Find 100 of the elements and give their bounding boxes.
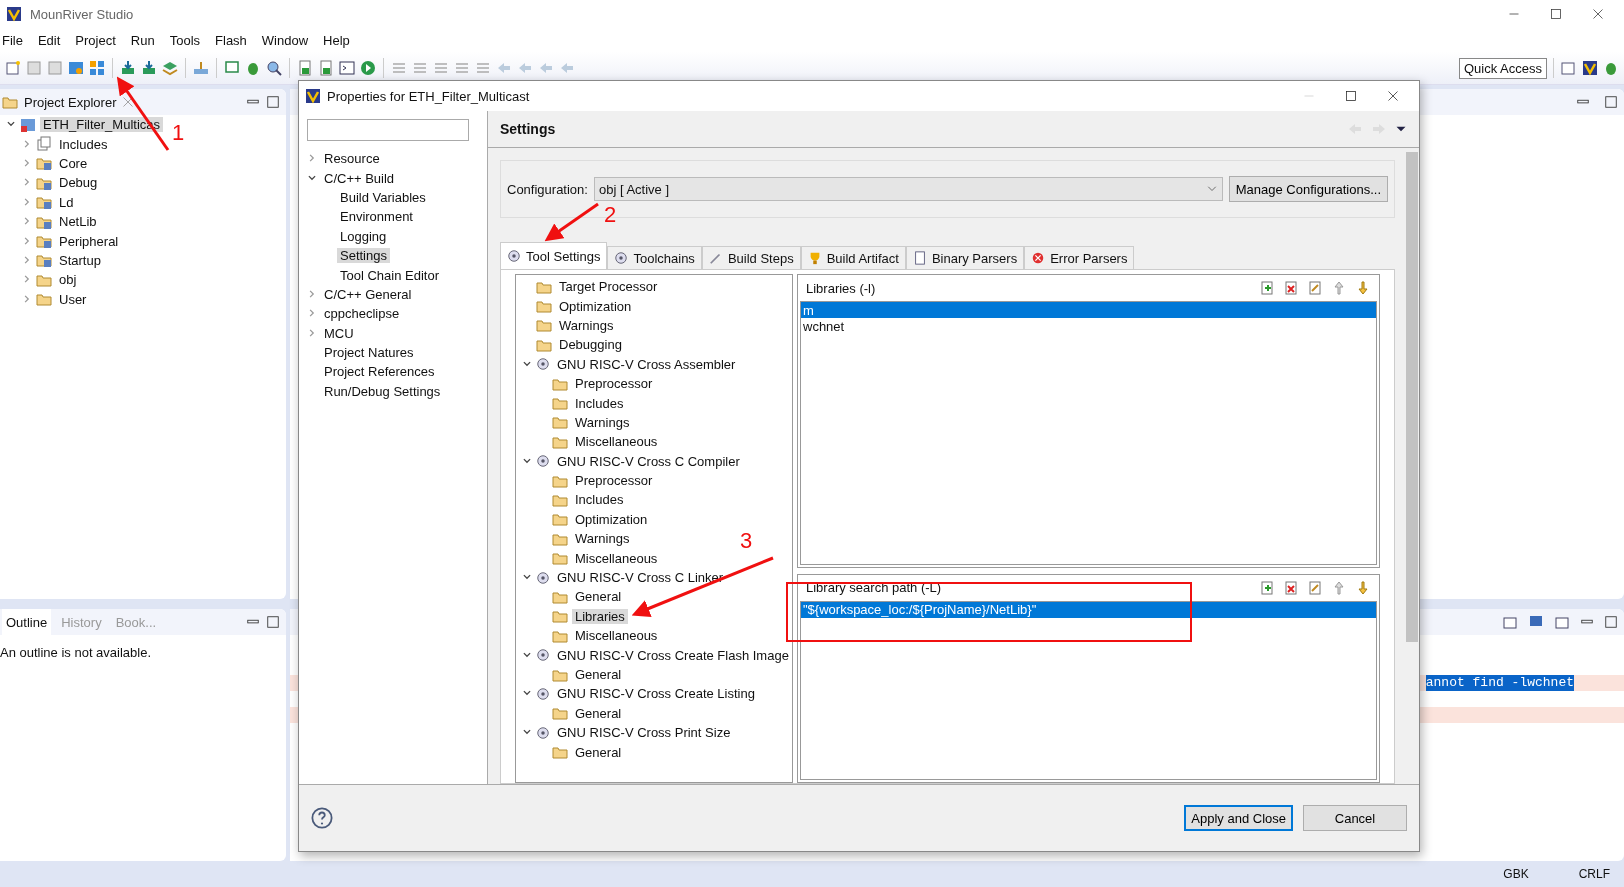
configuration-dropdown[interactable]: obj [ Active ] — [593, 177, 1223, 201]
maximize-icon[interactable] — [1345, 90, 1357, 102]
view-tab[interactable]: Outline — [2, 609, 52, 635]
close-icon[interactable] — [122, 96, 135, 108]
tool-tree-item[interactable]: GNU RISC-V Cross Print Size — [516, 723, 734, 743]
nav-item-label: cppcheclipse — [323, 306, 401, 322]
tool-tree-label: General — [574, 667, 623, 682]
encoding-status: GBK — [1503, 867, 1529, 881]
tree-item[interactable]: Core — [0, 153, 91, 174]
menu-item[interactable]: Flash — [215, 32, 256, 48]
move-up-icon[interactable] — [1331, 579, 1347, 596]
nav-item[interactable]: Tool Chain Editor — [307, 265, 442, 285]
tree-item[interactable]: User — [0, 289, 90, 309]
settings-tab[interactable]: Toolchains — [607, 246, 702, 269]
folder-icon — [36, 291, 52, 308]
tool-tree-item[interactable]: Miscellaneous — [516, 626, 661, 646]
tool-tree-item[interactable]: GNU RISC-V Cross Create Listing — [516, 684, 758, 704]
tool-tree-item[interactable]: Debugging — [516, 335, 625, 355]
nav-item[interactable]: Project Natures — [307, 342, 417, 363]
tool-tree-item[interactable]: GNU RISC-V Cross C Compiler — [516, 451, 743, 471]
move-down-icon[interactable] — [1355, 280, 1371, 296]
nav-item[interactable]: Run/Debug Settings — [307, 381, 444, 402]
help-icon[interactable] — [311, 807, 333, 829]
add-icon[interactable] — [1259, 579, 1275, 596]
close-icon[interactable] — [1387, 90, 1399, 102]
edit-icon[interactable] — [1307, 579, 1323, 596]
maximize-icon[interactable] — [266, 615, 280, 629]
tool-tree-item[interactable]: General — [516, 664, 625, 685]
delete-icon[interactable] — [1283, 280, 1299, 296]
tool-tree-item[interactable]: Preprocessor — [516, 470, 656, 491]
menu-item[interactable]: Edit — [37, 32, 70, 48]
tool-tree-item[interactable]: General — [516, 587, 625, 607]
tool-tree-item[interactable]: Warnings — [516, 412, 633, 433]
tree-item[interactable]: Debug — [0, 173, 101, 193]
maximize-icon[interactable] — [266, 95, 280, 109]
menu-item[interactable]: File — [2, 32, 32, 48]
tool-tree-item[interactable]: GNU RISC-V Cross Assembler — [516, 354, 739, 374]
menu-item[interactable]: Help — [323, 32, 359, 48]
tool-tree-item[interactable]: Warnings — [516, 529, 633, 549]
tree-item[interactable]: obj — [0, 270, 80, 290]
scrollbar[interactable] — [1405, 148, 1419, 784]
list-item[interactable]: wchnet — [801, 318, 1376, 334]
tool-tree-item[interactable]: Libraries — [516, 606, 628, 627]
tree-item[interactable]: Peripheral — [0, 231, 122, 251]
nav-item[interactable]: C/C++ General — [307, 284, 415, 305]
tree-item[interactable]: Includes — [0, 134, 111, 154]
nav-item[interactable]: Logging — [307, 226, 390, 246]
tree-item[interactable]: NetLib — [0, 211, 100, 232]
settings-tab[interactable]: Build Steps — [701, 246, 801, 269]
edit-icon[interactable] — [1307, 280, 1323, 296]
menu-item[interactable]: Window — [261, 32, 318, 48]
delete-icon[interactable] — [1283, 579, 1299, 596]
tool-tree-item[interactable]: GNU RISC-V Cross Create Flash Image — [516, 645, 792, 665]
settings-tab[interactable]: Tool Settings — [500, 242, 608, 269]
tool-tree-label: GNU RISC-V Cross Print Size — [556, 725, 732, 741]
nav-item[interactable]: Environment — [307, 207, 416, 227]
tool-tree-item[interactable]: Miscellaneous — [516, 432, 661, 452]
error-icon — [1031, 251, 1046, 265]
menu-item[interactable]: Project — [75, 32, 125, 48]
nav-item[interactable]: Resource — [307, 149, 383, 169]
settings-tab[interactable]: Error Parsers — [1024, 246, 1135, 269]
tool-tree-item[interactable]: Optimization — [516, 509, 651, 530]
move-down-icon[interactable] — [1355, 579, 1371, 596]
list-item[interactable]: m — [801, 302, 1376, 318]
tree-item[interactable]: Ld — [0, 192, 77, 212]
pin-icon[interactable] — [1502, 614, 1518, 630]
menu-item[interactable]: Run — [130, 32, 164, 48]
tool-tree-item[interactable]: Preprocessor — [516, 373, 656, 394]
tool-tree-item[interactable]: General — [516, 742, 625, 762]
tree-item[interactable]: Startup — [0, 250, 104, 271]
close-icon[interactable] — [1592, 8, 1604, 20]
nav-item[interactable]: MCU — [307, 323, 357, 343]
settings-tab[interactable]: Binary Parsers — [905, 246, 1025, 269]
tool-tree-item[interactable]: Includes — [516, 393, 627, 413]
tool-tree-item[interactable]: Includes — [516, 490, 627, 510]
dialog-button[interactable]: Apply and Close — [1184, 805, 1293, 831]
explorer-icon — [2, 94, 18, 110]
nav-item[interactable]: C/C++ Build — [307, 168, 398, 188]
nav-item[interactable]: Build Variables — [307, 187, 429, 208]
maximize-icon[interactable] — [1550, 8, 1562, 20]
nav-item[interactable]: cppcheclipse — [307, 304, 403, 324]
tool-tree-item[interactable]: Target Processor — [516, 277, 661, 297]
menu-item[interactable]: Tools — [169, 32, 210, 48]
tool-tree-item[interactable]: Miscellaneous — [516, 548, 661, 568]
tool-tree-item[interactable]: Warnings — [516, 315, 617, 336]
nav-item[interactable]: Project References — [307, 362, 438, 382]
list-item[interactable]: "${workspace_loc:/${ProjName}/NetLib}" — [801, 601, 1376, 618]
new-window-icon[interactable] — [1554, 614, 1570, 630]
move-up-icon[interactable] — [1331, 280, 1347, 296]
settings-tab[interactable]: Build Artifact — [800, 246, 906, 269]
tool-tree-item[interactable]: Optimization — [516, 296, 635, 316]
filter-field[interactable] — [307, 119, 469, 141]
tool-tree-item[interactable]: General — [516, 703, 625, 723]
nav-item[interactable]: Settings — [307, 245, 390, 266]
maximize-icon[interactable] — [1604, 95, 1618, 109]
add-icon[interactable] — [1259, 280, 1275, 296]
dialog-button[interactable]: Cancel — [1303, 805, 1407, 831]
maximize-icon[interactable] — [1604, 615, 1618, 629]
manage-configurations-button[interactable]: Manage Configurations... — [1228, 176, 1388, 202]
quick-access-field[interactable]: Quick Access — [1458, 57, 1547, 79]
